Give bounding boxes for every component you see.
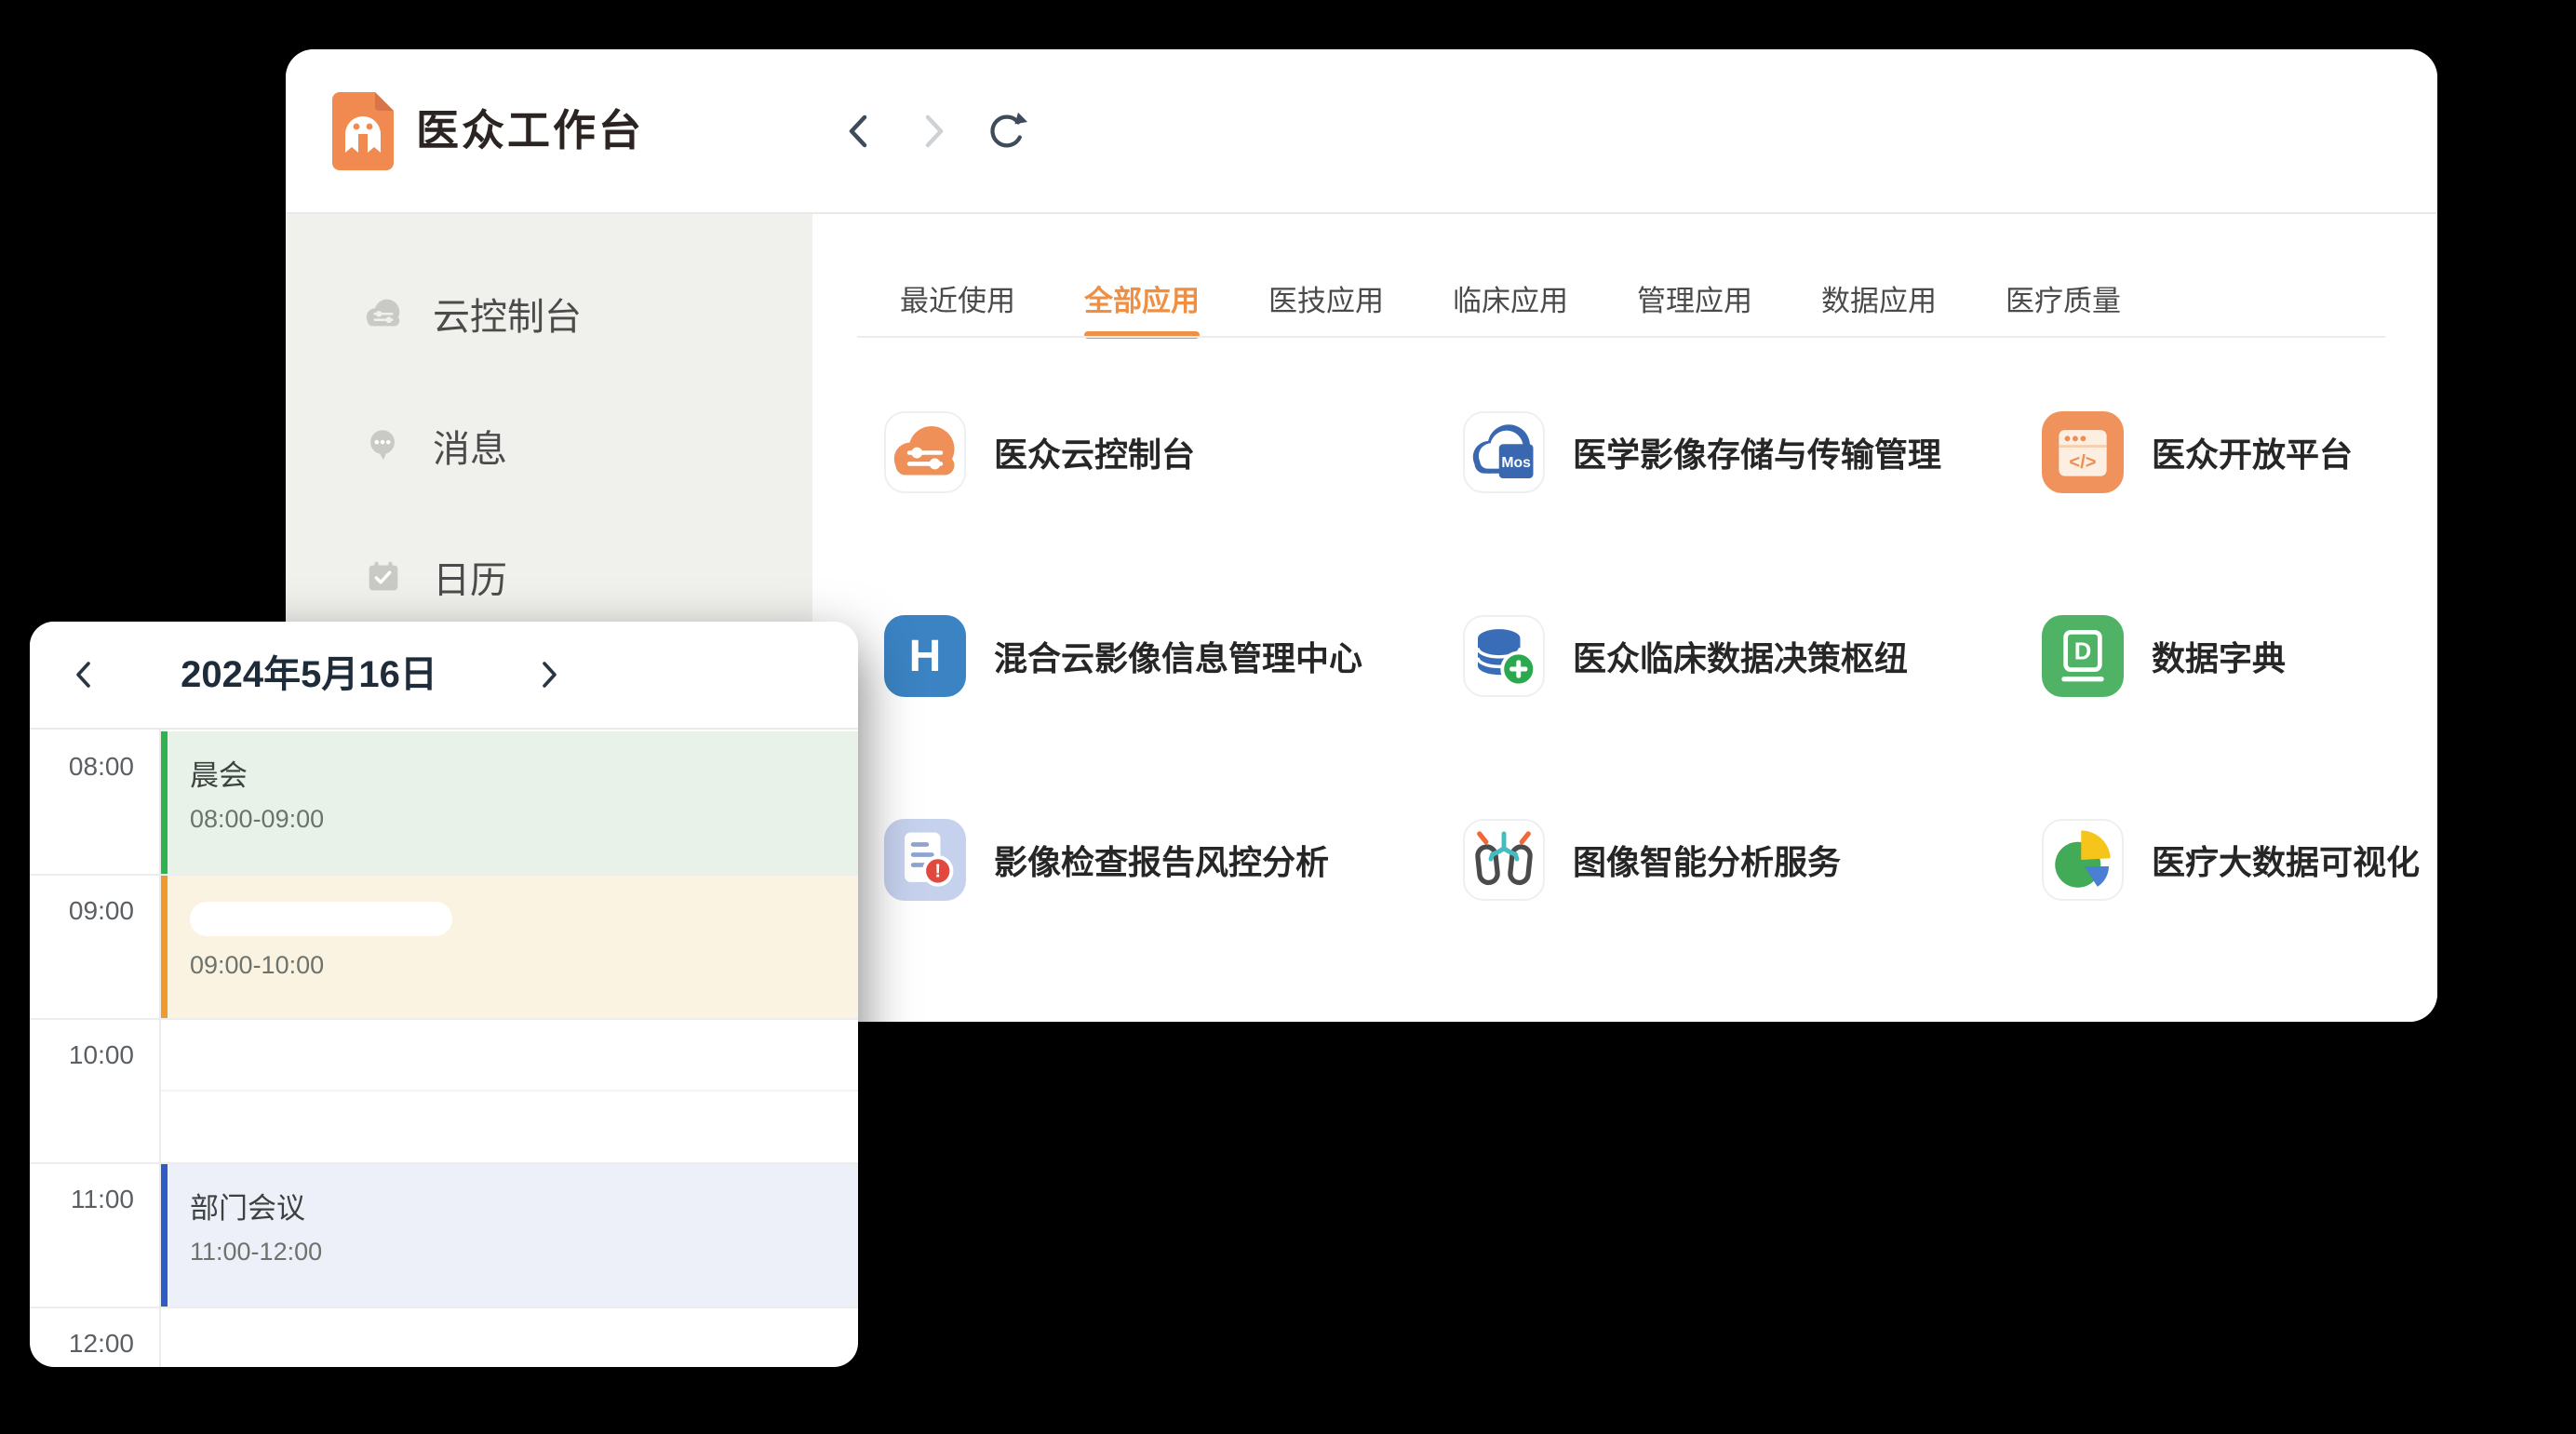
app-label: 医众云控制台 [994, 428, 1195, 476]
sidebar-item-label: 日历 [433, 550, 507, 604]
event-time: 08:00-09:00 [190, 805, 858, 834]
tab-divider [857, 336, 2385, 338]
h-letter-icon: H [909, 631, 942, 682]
calendar-prev-button[interactable] [58, 622, 110, 728]
app-data-dictionary[interactable]: D 数据字典 [2042, 615, 2286, 697]
app-big-data-visualization[interactable]: 医疗大数据可视化 [2042, 819, 2420, 901]
app-label: 图像智能分析服务 [1573, 836, 1841, 884]
sidebar-item-label: 云控制台 [433, 287, 582, 341]
cloud-console-icon [362, 292, 405, 335]
app-clinical-data-hub[interactable]: 医众临床数据决策枢纽 [1463, 615, 1908, 697]
refresh-icon [982, 107, 1030, 155]
calendar-event-department-meeting[interactable]: 部门会议 11:00-12:00 [161, 1164, 858, 1307]
tab-medtech-apps[interactable]: 医技应用 [1268, 261, 1384, 336]
time-label: 10:00 [30, 1040, 134, 1070]
event-time: 11:00-12:00 [190, 1238, 858, 1266]
calendar-next-button[interactable] [523, 622, 575, 728]
calendar-event-morning-meeting[interactable]: 晨会 08:00-09:00 [161, 731, 858, 874]
app-label: 数据字典 [2152, 632, 2286, 680]
exclamation-glyph: ! [934, 862, 941, 882]
chevron-right-icon [535, 658, 563, 691]
app-cloud-console[interactable]: 医众云控制台 [884, 411, 1195, 493]
calendar-day-panel: 2024年5月16日 08:00 09:00 10:00 11:00 12:00… [30, 622, 858, 1367]
chevron-left-icon [70, 658, 98, 691]
cloud-sliders-icon [886, 413, 964, 491]
chevron-right-icon [915, 110, 952, 153]
time-label: 09:00 [30, 896, 134, 926]
app-hybrid-cloud-imaging[interactable]: H 混合云影像信息管理中心 [884, 615, 1362, 697]
code-glyph: </> [2069, 452, 2096, 473]
sidebar-item-calendar[interactable]: 日历 [362, 549, 507, 605]
app-label: 混合云影像信息管理中心 [994, 632, 1362, 680]
redacted-title-pill [190, 902, 452, 936]
calendar-grid: 08:00 09:00 10:00 11:00 12:00 晨会 08:00-0… [30, 728, 858, 1367]
event-title: 部门会议 [190, 1185, 858, 1226]
app-open-platform[interactable]: </> 医众开放平台 [2042, 411, 2353, 493]
half-hour-line [161, 1090, 858, 1092]
sidebar-item-label: 消息 [433, 419, 507, 473]
tab-bar: 最近使用 全部应用 医技应用 临床应用 管理应用 数据应用 医疗质量 [900, 261, 2121, 336]
sidebar-item-cloud-console[interactable]: 云控制台 [362, 286, 582, 342]
calendar-event-redacted[interactable]: 09:00-10:00 [161, 876, 858, 1018]
back-button[interactable] [840, 49, 878, 212]
app-label: 医学影像存储与传输管理 [1573, 428, 1941, 476]
event-time: 09:00-10:00 [190, 951, 858, 980]
time-label: 08:00 [30, 752, 134, 782]
mos-badge-text: Mos [1501, 455, 1531, 471]
database-plus-icon [1465, 617, 1543, 695]
hour-line [30, 1018, 858, 1020]
app-label: 医疗大数据可视化 [2152, 836, 2420, 884]
tab-recent[interactable]: 最近使用 [900, 261, 1015, 336]
open-platform-icon: </> [2042, 411, 2124, 493]
refresh-button[interactable] [982, 49, 1030, 212]
app-image-ai-analysis[interactable]: 图像智能分析服务 [1463, 819, 1841, 901]
app-pacs[interactable]: Mos 医学影像存储与传输管理 [1463, 411, 1941, 493]
app-label: 影像检查报告风控分析 [994, 836, 1329, 884]
sidebar-item-messages[interactable]: 消息 [362, 418, 507, 474]
content-area: 最近使用 全部应用 医技应用 临床应用 管理应用 数据应用 医疗质量 [812, 214, 2437, 1022]
app-logo-icon [332, 92, 394, 170]
calendar-header: 2024年5月16日 [30, 622, 858, 728]
d-letter: D [2074, 638, 2092, 664]
event-title: 晨会 [190, 752, 858, 794]
app-label: 医众开放平台 [2152, 428, 2353, 476]
report-risk-icon: ! [884, 819, 966, 901]
message-icon [362, 424, 405, 467]
tab-data-apps[interactable]: 数据应用 [1821, 261, 1937, 336]
calendar-date-title: 2024年5月16日 [132, 622, 486, 728]
page-title: 医众工作台 [416, 49, 644, 212]
tab-clinical-apps[interactable]: 临床应用 [1453, 261, 1568, 336]
tab-all-apps[interactable]: 全部应用 [1084, 261, 1200, 336]
app-report-risk-analysis[interactable]: ! 影像检查报告风控分析 [884, 819, 1329, 901]
tab-management-apps[interactable]: 管理应用 [1637, 261, 1752, 336]
forward-button[interactable] [915, 49, 952, 212]
calendar-icon [362, 556, 405, 598]
dictionary-icon: D [2042, 615, 2124, 697]
window-header: 医众工作台 [286, 49, 2437, 214]
cloud-mos-icon: Mos [1465, 413, 1543, 491]
lungs-icon [1465, 821, 1543, 899]
app-label: 医众临床数据决策枢纽 [1573, 632, 1908, 680]
time-label: 12:00 [30, 1329, 134, 1359]
tab-quality[interactable]: 医疗质量 [2006, 261, 2121, 336]
pie-chart-icon [2044, 821, 2122, 899]
desktop-background: 医众工作台 [0, 0, 2576, 1434]
chevron-left-icon [840, 110, 878, 153]
hour-line [30, 1307, 858, 1308]
time-label: 11:00 [30, 1185, 134, 1214]
